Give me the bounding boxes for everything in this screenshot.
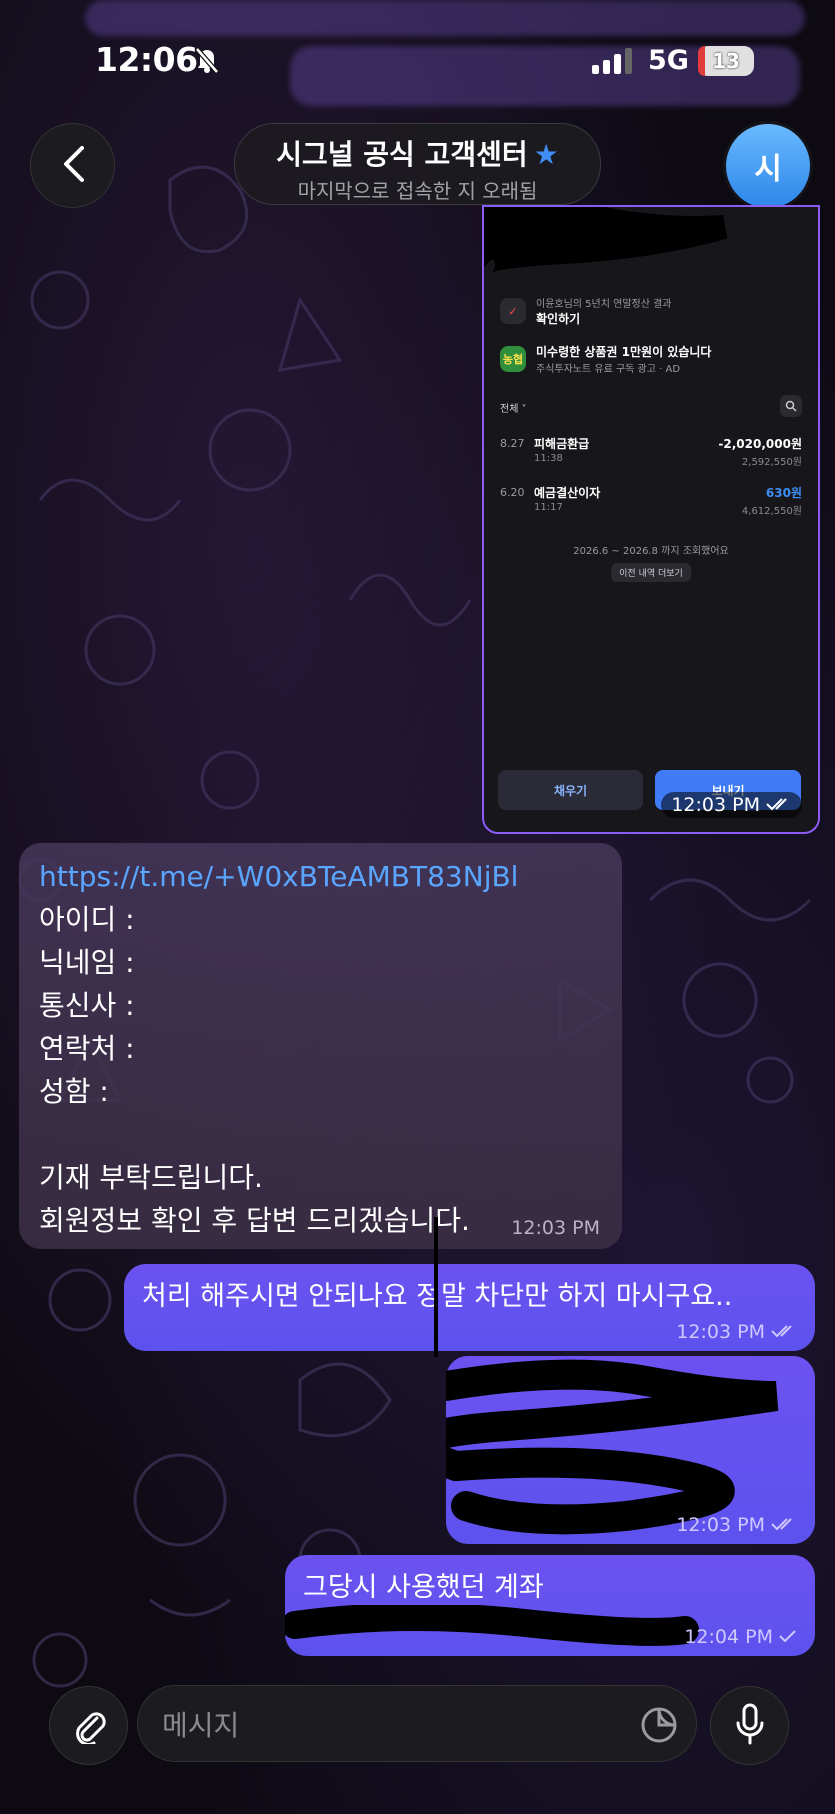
tx-date: 6.20 (500, 486, 525, 499)
tx-amount: -2,020,000원 (718, 437, 802, 451)
image-message[interactable]: ✓ 이윤호님의 5년치 연말정산 결과 확인하기 농협 미수령한 상품권 1만원… (482, 205, 820, 834)
star-icon: ★ (533, 138, 559, 171)
fill-button[interactable]: 채우기 (498, 770, 643, 810)
notice-title: 확인하기 (536, 312, 581, 326)
blurred-message (85, 0, 805, 36)
notice-row[interactable]: ✓ 이윤호님의 5년치 연말정산 결과 확인하기 (500, 295, 672, 327)
mic-icon (735, 1703, 765, 1749)
signal-icon (592, 48, 634, 78)
double-check-icon (766, 794, 792, 816)
transaction-row[interactable]: 8.27 피해금환급 11:38 -2,020,000원 2,592,550원 (500, 435, 802, 469)
message-line: 연락처 : (39, 1032, 135, 1065)
message-meta: 12:03 PM (676, 1321, 797, 1343)
tx-label: 피해금환급 (534, 437, 590, 451)
attach-icon (71, 1704, 107, 1748)
tx-label: 예금결산이자 (534, 486, 601, 500)
redaction-scribble (285, 1605, 699, 1646)
avatar-letter: 시 (754, 152, 782, 187)
tx-balance: 4,612,550원 (741, 506, 802, 517)
filter-dropdown[interactable]: 전체 ˅ (500, 400, 527, 415)
status-bar: 12:06 5G 13 (0, 0, 835, 120)
battery-level: 13 (712, 49, 740, 73)
notice-sub: 이윤호님의 5년치 연말정산 결과 (536, 299, 672, 310)
message-line: 회원정보 확인 후 답변 드리겠습니다. (39, 1204, 470, 1237)
double-check-icon (771, 1321, 797, 1343)
message-line: 기재 부탁드립니다. (39, 1161, 263, 1194)
message-line: 성함 : (39, 1075, 109, 1108)
transaction-row[interactable]: 6.20 예금결산이자 11:17 630원 4,612,550원 (500, 484, 802, 518)
message-line: 아이디 : (39, 903, 135, 936)
mic-button[interactable] (710, 1686, 789, 1765)
back-icon (60, 144, 86, 188)
bank-badge: 농협 (500, 346, 526, 372)
message-meta: 12:04 PM (684, 1626, 797, 1648)
more-history-button[interactable]: 이전 내역 더보기 (611, 563, 691, 582)
ad-title: 미수령한 상품권 1만원이 있습니다 (536, 345, 712, 359)
ad-row[interactable]: 농협 미수령한 상품권 1만원이 있습니다 주식투자노트 유료 구독 광고 · … (500, 343, 711, 375)
outgoing-message[interactable]: 12:03 PM (446, 1356, 815, 1544)
chat-title: 시그널 공식 고객센터 (276, 138, 528, 171)
back-button[interactable] (30, 123, 115, 208)
avatar[interactable]: 시 (723, 121, 813, 211)
message-line: 닉네임 : (39, 946, 135, 979)
message-time: 12:04 PM (684, 1626, 773, 1648)
message-input[interactable]: 메시지 (137, 1685, 697, 1762)
message-placeholder: 메시지 (162, 1708, 240, 1742)
status-time: 12:06 (95, 40, 198, 79)
ad-sub: 주식투자노트 유료 구독 광고 · AD (536, 364, 681, 375)
attach-button[interactable] (49, 1686, 128, 1765)
tx-amount: 630원 (765, 486, 802, 500)
chat-title-pill[interactable]: 시그널 공식 고객센터 ★ 마지막으로 접속한 지 오래됨 (234, 123, 601, 205)
message-time: 12:03 PM (671, 794, 760, 816)
message-line: 통신사 : (39, 989, 135, 1022)
battery-indicator: 13 (698, 46, 754, 76)
outgoing-message[interactable]: 처리 해주시면 안되나요 정말 차단만 하지 마시구요.. 12:03 PM (124, 1264, 815, 1351)
message-meta: 12:03 PM (676, 1514, 797, 1536)
bell-off-icon (194, 46, 220, 78)
check-icon (779, 1626, 797, 1648)
sticker-icon[interactable] (640, 1706, 678, 1748)
double-check-icon (771, 1514, 797, 1536)
period-text: 2026.6 ~ 2026.8 까지 조회했어요 (573, 546, 729, 557)
message-time: 12:03 PM (676, 1321, 765, 1343)
tx-balance: 2,592,550원 (741, 457, 802, 468)
outgoing-message[interactable]: 그당시 사용했던 계좌 12:04 PM (285, 1555, 815, 1656)
message-text: 그당시 사용했던 계좌 (303, 1572, 544, 1603)
tx-date: 8.27 (500, 437, 525, 450)
invite-link[interactable]: https://t.me/+W0xBTeAMBT83NjBl (39, 855, 518, 898)
message-time: 12:03 PM (511, 1217, 600, 1239)
tx-time: 11:17 (534, 502, 563, 513)
image-timestamp: 12:03 PM (661, 792, 802, 818)
network-type: 5G (648, 45, 689, 76)
check-badge-icon: ✓ (500, 298, 526, 324)
last-seen-status: 마지막으로 접속한 지 오래됨 (297, 179, 538, 203)
message-time: 12:03 PM (676, 1514, 765, 1536)
incoming-message[interactable]: https://t.me/+W0xBTeAMBT83NjBl 아이디 : 닉네임… (19, 843, 622, 1249)
search-icon[interactable] (780, 395, 802, 417)
redaction-scribble (484, 207, 728, 277)
redaction-line (434, 1217, 438, 1357)
tx-time: 11:38 (534, 453, 563, 464)
